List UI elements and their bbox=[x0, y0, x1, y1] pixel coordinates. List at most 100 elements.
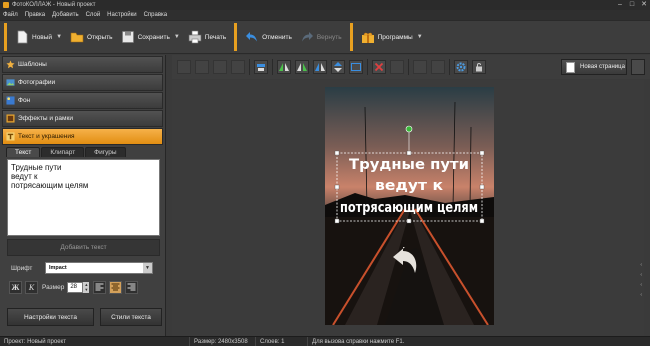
gear-icon[interactable] bbox=[454, 60, 468, 74]
lock-icon[interactable] bbox=[472, 60, 486, 74]
flip-right-icon[interactable] bbox=[295, 60, 309, 74]
align-center-icon bbox=[111, 283, 120, 291]
bold-button[interactable]: Ж bbox=[9, 281, 22, 294]
undo-button[interactable]: Отменить bbox=[241, 23, 296, 51]
save-dropdown-icon[interactable]: ▼ bbox=[174, 34, 180, 40]
section-label: Шаблоны bbox=[18, 61, 47, 68]
new-page-button[interactable]: Новая страница bbox=[561, 59, 627, 75]
section-background[interactable]: Фон bbox=[2, 92, 163, 109]
programs-dropdown-icon[interactable]: ▼ bbox=[417, 34, 423, 40]
tab-shapes[interactable]: Фигуры bbox=[85, 147, 126, 157]
status-project: Проект: Новый проект bbox=[0, 336, 190, 346]
italic-button[interactable]: К bbox=[25, 281, 38, 294]
flip-vertical-icon[interactable] bbox=[331, 60, 345, 74]
menu-layer[interactable]: Слой bbox=[86, 12, 101, 18]
flip-left-icon[interactable] bbox=[277, 60, 291, 74]
undo-label: Отменить bbox=[262, 33, 292, 41]
add-text-button[interactable]: Добавить текст bbox=[7, 239, 160, 256]
align-center-button[interactable] bbox=[109, 281, 123, 294]
menu-add[interactable]: Добавить bbox=[52, 12, 79, 18]
text-input[interactable]: Трудные пути ведут к потрясающим целям bbox=[7, 159, 160, 236]
toolbar-divider bbox=[4, 23, 7, 51]
effects-icon bbox=[6, 114, 15, 123]
size-input[interactable]: 28 bbox=[67, 282, 84, 293]
align-icon[interactable] bbox=[254, 60, 268, 74]
overlay-text-line: ведут к bbox=[375, 178, 444, 194]
app-window: { "window":{"title":"ФотоКОЛЛАЖ - Новый … bbox=[0, 0, 650, 346]
print-button[interactable]: Печать bbox=[184, 23, 230, 51]
divider bbox=[272, 59, 273, 75]
redo-button[interactable]: Вернуть bbox=[296, 23, 346, 51]
programs-button[interactable]: Программы ▼ bbox=[357, 23, 427, 51]
text-panel-actions: Настройки текста Стили текста bbox=[7, 308, 168, 326]
tab-text[interactable]: Текст bbox=[6, 147, 41, 157]
font-select[interactable]: Impact ▼ bbox=[45, 262, 153, 274]
menu-help[interactable]: Справка bbox=[144, 12, 168, 18]
magic-icon[interactable] bbox=[431, 60, 445, 74]
maximize-button[interactable]: □ bbox=[626, 0, 638, 10]
menu-edit[interactable]: Правка bbox=[25, 12, 45, 18]
menu-file[interactable]: Файл bbox=[3, 12, 18, 18]
star-icon bbox=[6, 60, 15, 69]
section-label: Эффекты и рамки bbox=[18, 115, 73, 122]
print-label: Печать bbox=[204, 33, 227, 41]
crop-icon[interactable] bbox=[390, 60, 404, 74]
tab-clipart[interactable]: Клипарт bbox=[41, 147, 85, 157]
section-effects[interactable]: Эффекты и рамки bbox=[2, 110, 163, 127]
text-panel-tabs: Текст Клипарт Фигуры bbox=[6, 147, 127, 157]
size-stepper[interactable]: ▲ ▼ bbox=[83, 282, 90, 293]
section-templates[interactable]: Шаблоны bbox=[2, 56, 163, 73]
status-bar: Проект: Новый проект Размер: 2480x3508 С… bbox=[0, 336, 650, 346]
new-button[interactable]: Новый ▼ bbox=[11, 23, 66, 51]
divider bbox=[449, 59, 450, 75]
overlay-text-line: Трудные пути bbox=[349, 157, 469, 173]
delete-icon[interactable] bbox=[372, 60, 386, 74]
overlay-text-line: потрясающим целям bbox=[340, 200, 478, 216]
new-label: Новый bbox=[32, 33, 53, 41]
font-label: Шрифт bbox=[11, 265, 33, 272]
layer-forward-icon[interactable] bbox=[213, 60, 227, 74]
photo-icon bbox=[6, 79, 15, 86]
align-right-icon bbox=[127, 283, 136, 291]
save-button[interactable]: Сохранить ▼ bbox=[117, 23, 184, 51]
section-label: Фотографии bbox=[18, 79, 56, 86]
section-label: Текст и украшения bbox=[18, 133, 75, 140]
background-icon bbox=[6, 96, 15, 105]
text-settings-button[interactable]: Настройки текста bbox=[7, 308, 94, 326]
collage-photo[interactable]: Трудные пути ведут к потрясающим целям bbox=[325, 87, 494, 325]
layer-back-icon[interactable] bbox=[177, 60, 191, 74]
frame-icon[interactable] bbox=[349, 60, 363, 74]
section-text-decorations[interactable]: Текст и украшения bbox=[2, 128, 163, 145]
minimize-button[interactable]: – bbox=[614, 0, 626, 10]
flip-horizontal-icon[interactable] bbox=[313, 60, 327, 74]
status-help: Для вызова справки нажмите F1. bbox=[312, 338, 405, 345]
close-button[interactable]: ✕ bbox=[638, 0, 650, 10]
hand-icon[interactable] bbox=[413, 60, 427, 74]
programs-label: Программы bbox=[377, 33, 413, 41]
new-dropdown-icon[interactable]: ▼ bbox=[56, 34, 62, 40]
flip-glyph bbox=[279, 63, 289, 71]
layer-front-icon[interactable] bbox=[231, 60, 245, 74]
open-button[interactable]: Открыть bbox=[66, 23, 117, 51]
align-left-button[interactable] bbox=[93, 281, 107, 294]
text-styles-button[interactable]: Стили текста bbox=[100, 308, 162, 326]
printer-icon bbox=[188, 30, 202, 44]
menu-bar: Файл Правка Добавить Слой Настройки Спра… bbox=[0, 10, 650, 20]
align-right-button[interactable] bbox=[125, 281, 139, 294]
main-toolbar: Новый ▼ Открыть Сохранить ▼ Печать Отмен… bbox=[0, 20, 650, 54]
page-settings-icon[interactable] bbox=[631, 59, 645, 75]
scroll-arrows-icon[interactable]: ‹ ‹ ‹ ‹ bbox=[640, 260, 642, 300]
menu-settings[interactable]: Настройки bbox=[107, 12, 136, 18]
chevron-down-icon[interactable]: ▼ bbox=[143, 263, 152, 273]
lock-glyph bbox=[476, 63, 482, 72]
divider bbox=[249, 59, 250, 75]
toolbar-divider bbox=[349, 23, 353, 51]
layer-backward-icon[interactable] bbox=[195, 60, 209, 74]
section-photos[interactable]: Фотографии bbox=[2, 74, 163, 91]
gift-box-icon bbox=[361, 32, 374, 43]
redo-arrow-icon bbox=[301, 32, 313, 42]
font-select-value: Impact bbox=[49, 265, 67, 271]
text-selection-frame[interactable]: Трудные пути ведут к потрясающим целям bbox=[325, 87, 494, 325]
frame-glyph bbox=[351, 63, 361, 71]
text-icon bbox=[6, 132, 15, 141]
